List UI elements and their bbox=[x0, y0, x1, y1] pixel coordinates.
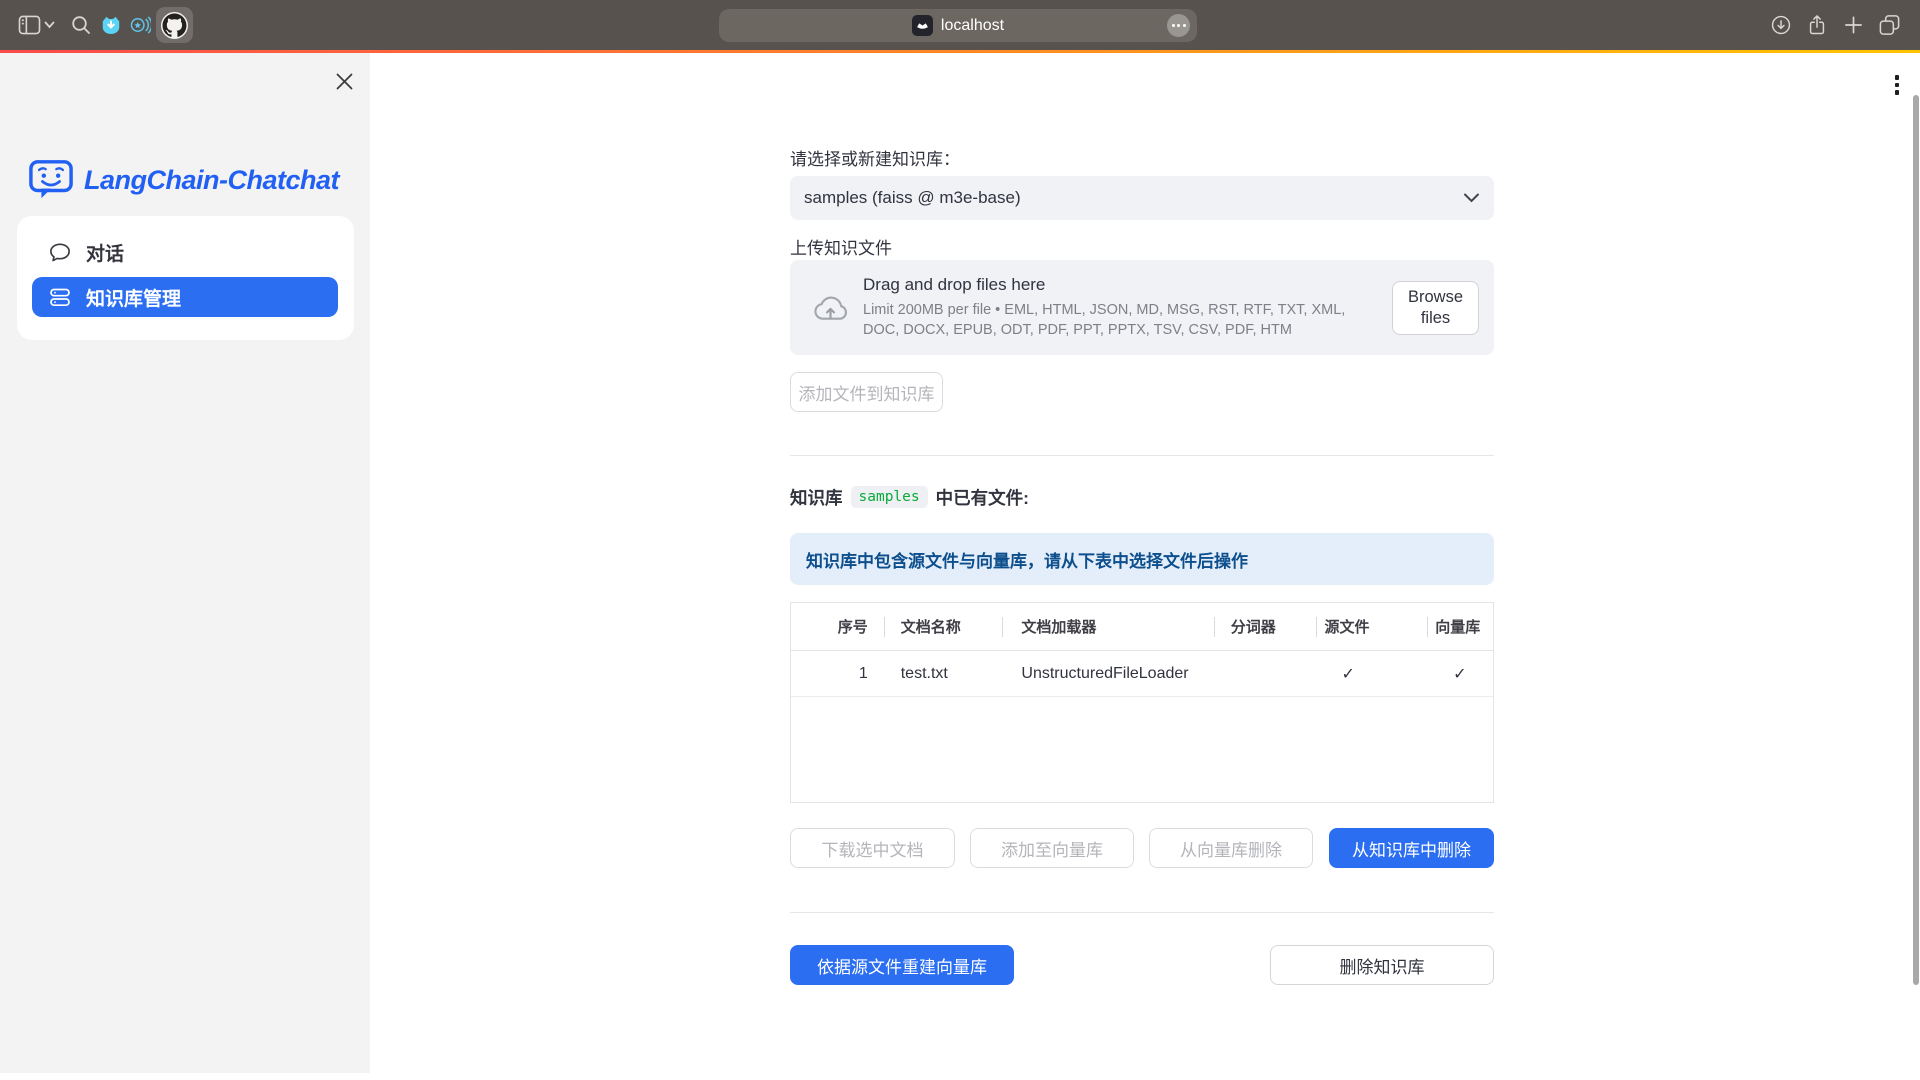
col-header-name: 文档名称 bbox=[884, 603, 1003, 650]
sidebar-toggle-icon[interactable] bbox=[18, 15, 41, 35]
col-header-vector: 向量库 bbox=[1427, 603, 1493, 650]
table-row[interactable]: 1 test.txt UnstructuredFileLoader ✓ ✓ bbox=[791, 651, 1493, 697]
tabs-overview-icon[interactable] bbox=[1878, 14, 1901, 37]
cell-index: 1 bbox=[791, 665, 884, 683]
address-bar[interactable]: localhost bbox=[719, 9, 1197, 42]
rebuild-vector-store-button[interactable]: 依据源文件重建向量库 bbox=[790, 945, 1014, 985]
kb-heading-suffix: 中已有文件: bbox=[936, 485, 1029, 510]
browser-toolbar: localhost bbox=[0, 0, 1920, 50]
table-header: 序号 文档名称 文档加载器 分词器 源文件 向量库 bbox=[791, 603, 1493, 651]
kb-select-label: 请选择或新建知识库： bbox=[790, 145, 1494, 170]
github-mark bbox=[161, 12, 188, 39]
cell-source-check: ✓ bbox=[1315, 664, 1427, 684]
sidebar-item-chat[interactable]: 对话 bbox=[32, 235, 338, 269]
upload-label: 上传知识文件 bbox=[790, 234, 1494, 259]
sidebar: LangChain-Chatchat 对话 知识库管理 bbox=[0, 53, 370, 1080]
search-icon[interactable] bbox=[71, 15, 91, 35]
remove-from-vector-button[interactable]: 从向量库删除 bbox=[1149, 828, 1313, 868]
sidebar-item-knowledge-base[interactable]: 知识库管理 bbox=[32, 277, 338, 317]
kb-select[interactable]: samples (faiss @ m3e-base) bbox=[790, 176, 1494, 220]
cell-vector-check: ✓ bbox=[1427, 664, 1493, 684]
cat-download-extension-icon[interactable] bbox=[100, 15, 122, 36]
sidebar-bottom-strip bbox=[0, 1073, 370, 1080]
address-url: localhost bbox=[941, 17, 1004, 35]
delete-kb-button[interactable]: 删除知识库 bbox=[1270, 945, 1494, 985]
chevron-down-icon[interactable] bbox=[44, 21, 55, 29]
github-icon[interactable] bbox=[156, 7, 193, 43]
browse-files-button[interactable]: Browse files bbox=[1392, 281, 1479, 335]
app-menu-icon[interactable] bbox=[1888, 70, 1906, 100]
share-icon[interactable] bbox=[1806, 14, 1828, 37]
col-header-index: 序号 bbox=[791, 603, 884, 650]
address-more-button[interactable] bbox=[1167, 14, 1190, 37]
sidebar-item-label: 知识库管理 bbox=[86, 284, 181, 311]
cell-loader: UnstructuredFileLoader bbox=[1002, 665, 1213, 683]
col-header-splitter: 分词器 bbox=[1214, 603, 1316, 650]
dropzone-limit: Limit 200MB per file • EML, HTML, JSON, … bbox=[863, 301, 1378, 340]
sidebar-item-label: 对话 bbox=[86, 239, 124, 266]
cloud-upload-icon bbox=[812, 293, 849, 323]
delete-from-kb-button[interactable]: 从知识库中删除 bbox=[1329, 828, 1494, 868]
file-dropzone[interactable]: Drag and drop files here Limit 200MB per… bbox=[790, 260, 1494, 355]
dropzone-title: Drag and drop files here bbox=[863, 275, 1378, 295]
database-icon bbox=[49, 287, 71, 308]
add-to-vector-button[interactable]: 添加至向量库 bbox=[970, 828, 1134, 868]
new-tab-icon[interactable] bbox=[1844, 16, 1863, 35]
circles-extension-icon[interactable] bbox=[129, 14, 151, 36]
kb-name-code: samples bbox=[851, 486, 928, 508]
chatchat-logo-icon bbox=[28, 158, 74, 202]
info-banner: 知识库中包含源文件与向量库，请从下表中选择文件后操作 bbox=[790, 533, 1494, 585]
page-scrollbar[interactable] bbox=[1913, 95, 1919, 985]
files-table: 序号 文档名称 文档加载器 分词器 源文件 向量库 1 test.txt Uns… bbox=[790, 602, 1494, 803]
sidebar-menu: 对话 知识库管理 bbox=[17, 216, 354, 340]
chat-bubble-icon bbox=[49, 242, 71, 263]
chevron-down-icon bbox=[1463, 192, 1480, 204]
app-logo: LangChain-Chatchat bbox=[28, 158, 339, 202]
kb-select-value: samples (faiss @ m3e-base) bbox=[804, 188, 1463, 208]
kb-heading-prefix: 知识库 bbox=[790, 485, 843, 510]
downloads-icon[interactable] bbox=[1770, 14, 1792, 36]
divider bbox=[790, 912, 1494, 913]
app-title: LangChain-Chatchat bbox=[84, 165, 339, 196]
cell-name: test.txt bbox=[884, 665, 1003, 683]
add-files-button[interactable]: 添加文件到知识库 bbox=[790, 372, 943, 412]
download-selected-button[interactable]: 下载选中文档 bbox=[790, 828, 955, 868]
main-area: 请选择或新建知识库： samples (faiss @ m3e-base) 上传… bbox=[370, 53, 1920, 1080]
file-actions: 下载选中文档 添加至向量库 从向量库删除 从知识库中删除 bbox=[790, 828, 1494, 868]
kb-files-heading: 知识库 samples 中已有文件: bbox=[790, 483, 1494, 511]
page-content: 请选择或新建知识库： samples (faiss @ m3e-base) 上传… bbox=[790, 53, 1494, 1053]
site-favicon bbox=[912, 15, 933, 36]
sidebar-close-icon[interactable] bbox=[331, 68, 357, 94]
divider bbox=[790, 455, 1494, 456]
col-header-loader: 文档加载器 bbox=[1002, 603, 1213, 650]
col-header-source: 源文件 bbox=[1316, 603, 1428, 650]
